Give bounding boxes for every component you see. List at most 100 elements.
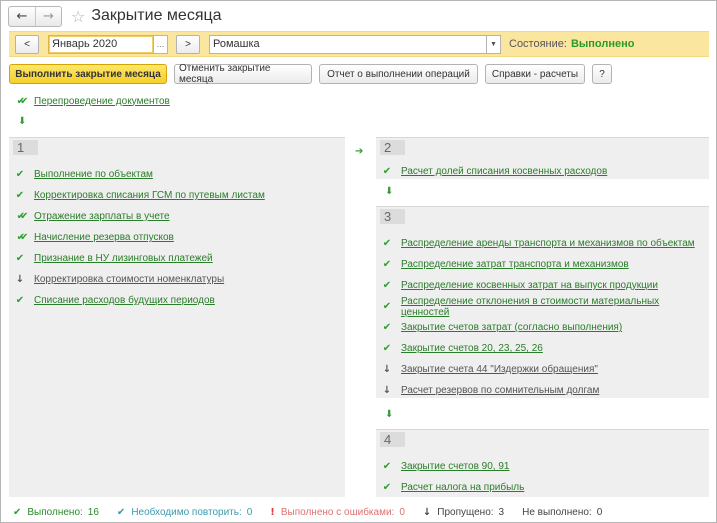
group-number: 4 xyxy=(380,432,405,447)
list-item: ✔ Расчет налога на прибыль xyxy=(380,477,525,498)
list-item: ✔ Закрытие счетов 20, 23, 25, 26 xyxy=(380,338,709,359)
group-3-items: ✔ Распределение аренды транспорта и меха… xyxy=(380,233,709,401)
task-link[interactable]: Отражение зарплаты в учете xyxy=(34,211,170,222)
status-repeat-count: 0 xyxy=(246,507,253,518)
status-repeat-label: Необходимо повторить: xyxy=(131,507,242,518)
task-link[interactable]: Распределение затрат транспорта и механи… xyxy=(401,259,629,270)
group-number: 3 xyxy=(380,209,405,224)
list-item: ✔ Закрытие счетов 90, 91 xyxy=(380,456,524,477)
list-item: ✔ Корректировка списания ГСМ по путевым … xyxy=(13,185,265,206)
check-icon: ✔ xyxy=(382,280,392,291)
list-item: ↓ Расчет резервов по сомнительным долгам xyxy=(380,380,709,401)
list-item: ✔ Выполнение по объектам xyxy=(13,164,265,185)
cancel-close-month-button[interactable]: Отменить закрытие месяца xyxy=(174,63,312,85)
skip-down-icon: ↓ xyxy=(422,507,432,518)
double-check-icon: ✔✔ xyxy=(16,95,29,107)
status-bar: ✔ Выполнено: 16 ✔ Необходимо повторить: … xyxy=(1,503,716,522)
task-link[interactable]: Распределение отклонения в стоимости мат… xyxy=(401,296,709,318)
status-repeat: ✔ Необходимо повторить: 0 xyxy=(117,507,252,518)
check-icon: ✔ xyxy=(382,343,392,354)
status-done-count: 16 xyxy=(87,507,99,518)
list-item: ✔ Признание в НУ лизинговых платежей xyxy=(13,248,265,269)
period-bar: < Январь 2020 ... > Ромашка ▼ Состояние:… xyxy=(9,31,709,57)
check-icon: ✔ xyxy=(13,507,22,518)
check-icon: ✔ xyxy=(382,322,392,333)
status-skipped-count: 3 xyxy=(498,507,505,518)
arrow-down-icon: ⬇ xyxy=(385,409,394,420)
group-4-items: ✔ Закрытие счетов 90, 91 ✔ Расчет налога… xyxy=(380,456,525,498)
task-link[interactable]: Расчет долей списания косвенных расходов xyxy=(401,166,607,177)
task-link[interactable]: Закрытие счетов 20, 23, 25, 26 xyxy=(401,343,543,354)
list-item: ✔ Распределение отклонения в стоимости м… xyxy=(380,296,709,318)
group-panel-1: 1 ✔ Выполнение по объектам ✔ Корректиров… xyxy=(9,137,345,497)
list-item: ✔ Списание расходов будущих периодов xyxy=(13,290,265,311)
status-errors-count: 0 xyxy=(399,507,405,518)
check-icon: ✔ xyxy=(15,253,25,264)
page-title: Закрытие месяца xyxy=(91,7,222,24)
check-icon: ✔ xyxy=(15,169,25,180)
list-item: ↓ Закрытие счета 44 "Издержки обращения" xyxy=(380,359,709,380)
nav-buttons: ← → xyxy=(8,5,62,27)
group-number: 1 xyxy=(13,140,38,155)
list-item: ↓ Корректировка стоимости номенклатуры xyxy=(13,269,265,290)
status-errors: ! Выполнено с ошибками: 0 xyxy=(270,507,405,518)
task-link[interactable]: Закрытие счетов затрат (согласно выполне… xyxy=(401,322,622,333)
check-icon: ✔ xyxy=(382,301,392,312)
period-select-button[interactable]: ... xyxy=(154,34,168,54)
check-icon: ✔ xyxy=(382,461,392,472)
skip-down-icon: ↓ xyxy=(15,274,25,285)
task-link[interactable]: Выполнение по объектам xyxy=(34,169,153,180)
group-1-items: ✔ Выполнение по объектам ✔ Корректировка… xyxy=(13,164,265,311)
status-skipped: ↓ Пропущено: 3 xyxy=(423,507,504,518)
help-button[interactable]: ? xyxy=(592,64,612,84)
list-item: ✔ Распределение аренды транспорта и меха… xyxy=(380,233,709,254)
run-close-month-button[interactable]: Выполнить закрытие месяца xyxy=(9,64,167,84)
list-item: ✔ Расчет долей списания косвенных расход… xyxy=(380,164,607,178)
arrow-right-icon: ➔ xyxy=(355,146,364,157)
task-link[interactable]: Корректировка стоимости номенклатуры xyxy=(34,274,224,285)
double-check-icon: ✔✔ xyxy=(16,211,29,222)
double-check-icon: ✔✔ xyxy=(16,232,29,243)
period-input[interactable]: Январь 2020 xyxy=(48,34,154,54)
list-item: ✔✔ Начисление резерва отпусков xyxy=(13,227,265,248)
group-panel-3: 3 ✔ Распределение аренды транспорта и ме… xyxy=(376,206,709,398)
task-link[interactable]: Расчет резервов по сомнительным долгам xyxy=(401,385,599,396)
task-link[interactable]: Списание расходов будущих периодов xyxy=(34,295,215,306)
task-link[interactable]: Признание в НУ лизинговых платежей xyxy=(34,253,213,264)
task-link[interactable]: Расчет налога на прибыль xyxy=(401,482,524,493)
arrow-right-icon[interactable]: → xyxy=(35,6,61,26)
list-item: ✔✔ Отражение зарплаты в учете xyxy=(13,206,265,227)
next-period-button[interactable]: > xyxy=(176,34,200,54)
chevron-down-icon[interactable]: ▼ xyxy=(487,34,501,54)
check-icon: ✔ xyxy=(15,190,25,201)
exclamation-icon: ! xyxy=(270,507,275,518)
operations-report-button[interactable]: Отчет о выполнении операций xyxy=(319,64,478,84)
star-icon[interactable]: ☆ xyxy=(71,7,85,26)
state-label: Состояние: xyxy=(509,38,567,50)
calculations-help-button[interactable]: Справки - расчеты xyxy=(485,64,585,84)
arrow-down-icon: ⬇ xyxy=(385,186,394,197)
list-item: ✔✔ Перепроведение документов xyxy=(13,94,170,108)
task-link[interactable]: Распределение аренды транспорта и механи… xyxy=(401,238,695,249)
check-icon: ✔ xyxy=(382,482,392,493)
status-errors-label: Выполнено с ошибками: xyxy=(280,507,395,518)
task-link[interactable]: Распределение косвенных затрат на выпуск… xyxy=(401,280,658,291)
check-icon: ✔ xyxy=(382,165,392,177)
organization-field[interactable]: Ромашка xyxy=(209,34,487,54)
group-number: 2 xyxy=(380,140,405,155)
status-done-label: Выполнено: xyxy=(27,507,83,518)
check-icon: ✔ xyxy=(15,295,25,306)
status-not-done: Не выполнено: 0 xyxy=(522,507,602,518)
check-icon: ✔ xyxy=(116,507,126,518)
status-done: ✔ Выполнено: 16 xyxy=(13,507,99,518)
task-link[interactable]: Корректировка списания ГСМ по путевым ли… xyxy=(34,190,265,201)
check-icon: ✔ xyxy=(382,259,392,270)
task-link[interactable]: Начисление резерва отпусков xyxy=(34,232,174,243)
arrow-left-icon[interactable]: ← xyxy=(9,7,35,26)
toolbar: Выполнить закрытие месяца Отменить закры… xyxy=(9,63,709,85)
prev-period-button[interactable]: < xyxy=(15,34,39,54)
task-link[interactable]: Закрытие счетов 90, 91 xyxy=(401,461,509,472)
list-item: ✔ Распределение косвенных затрат на выпу… xyxy=(380,275,709,296)
reposting-link[interactable]: Перепроведение документов xyxy=(34,96,170,107)
task-link[interactable]: Закрытие счета 44 "Издержки обращения" xyxy=(401,364,598,375)
